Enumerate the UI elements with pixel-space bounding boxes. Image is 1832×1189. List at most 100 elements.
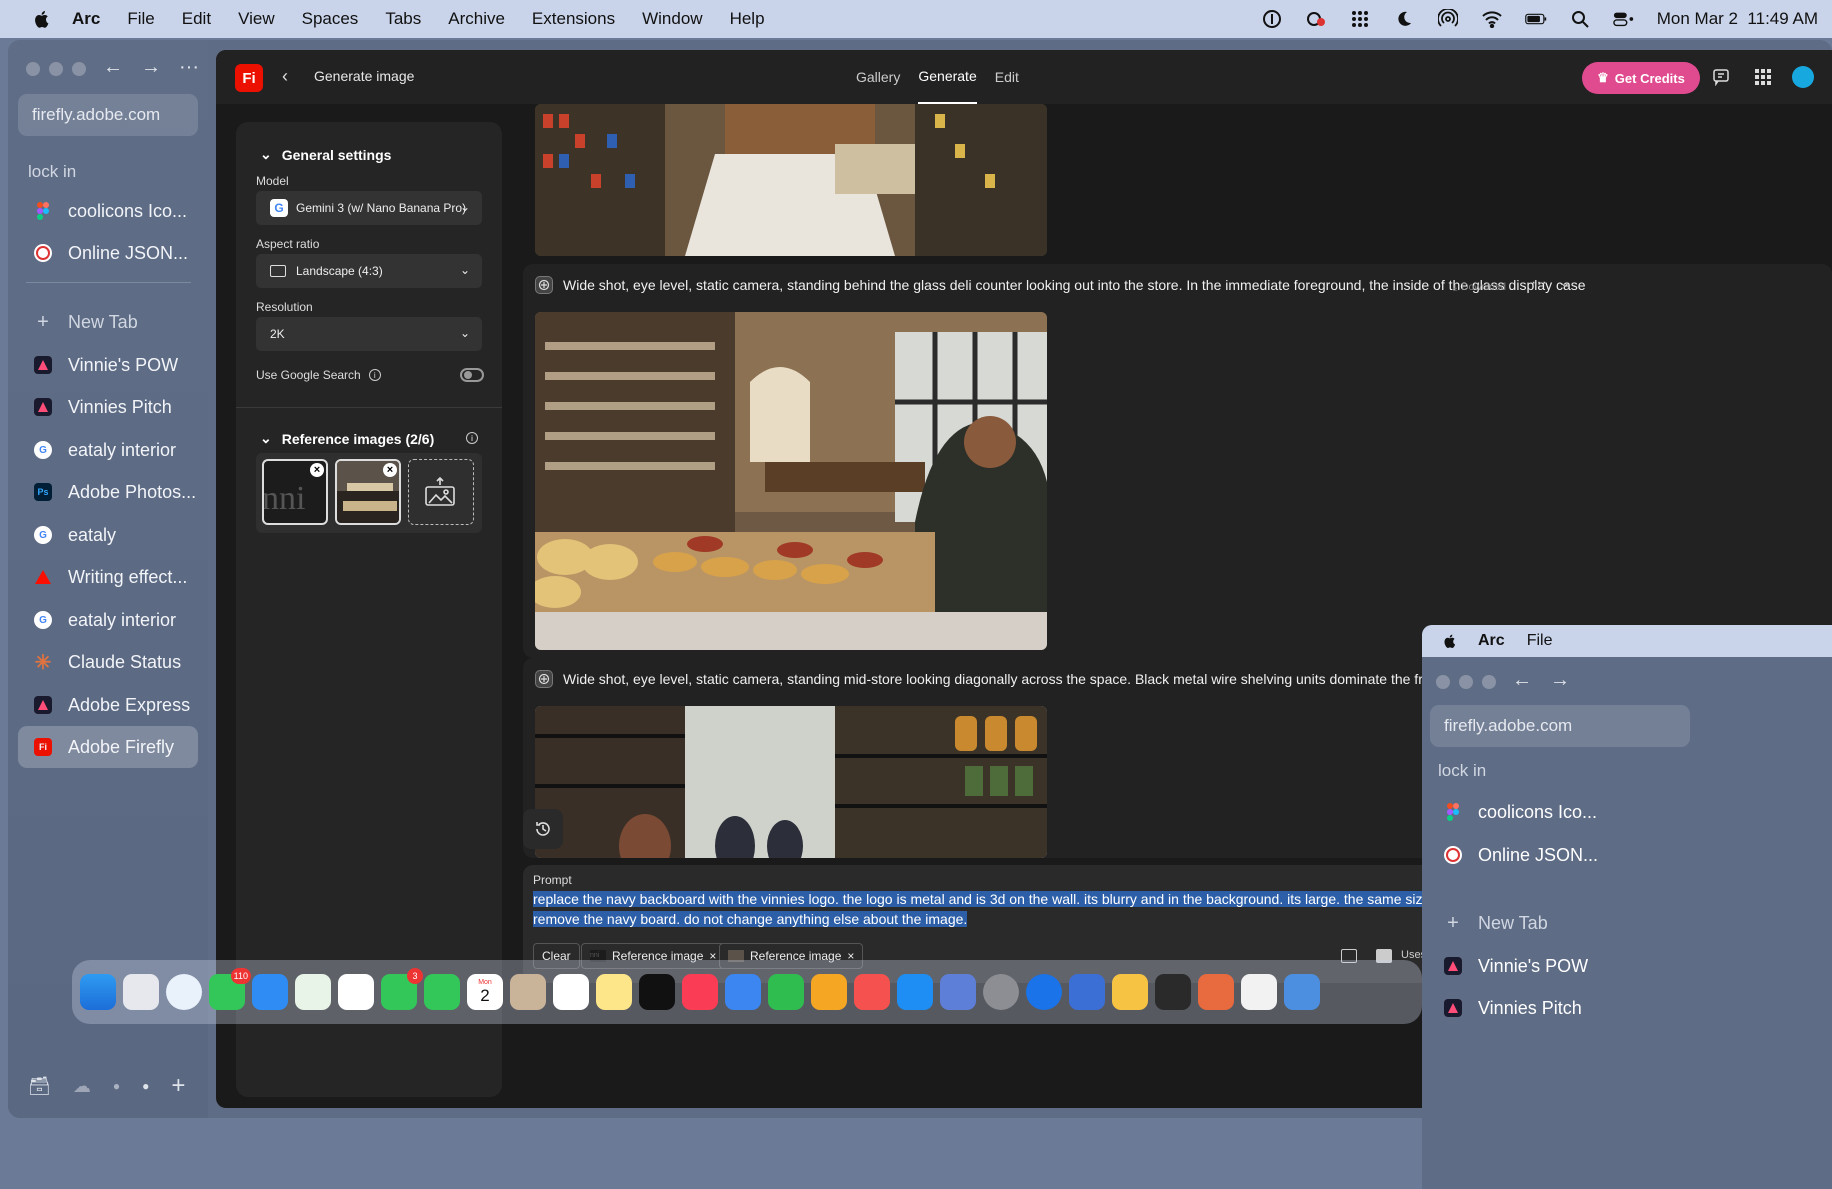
tab-generate[interactable]: Generate [918, 50, 977, 104]
creative-cloud-icon[interactable] [1305, 8, 1327, 30]
calendar-icon[interactable]: Mon 2 [467, 974, 503, 1010]
music-icon[interactable] [682, 974, 718, 1010]
apple-icon[interactable] [32, 9, 52, 29]
control-center-icon[interactable] [1612, 8, 1635, 30]
zoom-window-button[interactable] [72, 62, 86, 76]
menu-edit[interactable]: Edit [182, 9, 211, 29]
facetime-icon[interactable]: 3 [381, 968, 423, 1010]
system-settings-icon[interactable] [983, 974, 1019, 1010]
mail-icon[interactable] [252, 974, 288, 1010]
keynote-icon[interactable] [725, 974, 761, 1010]
menu-archive[interactable]: Archive [448, 9, 505, 29]
finder-icon[interactable] [80, 974, 116, 1010]
generated-image[interactable] [535, 312, 1047, 650]
back-arrow-icon[interactable]: ← [103, 56, 123, 79]
menu-arc[interactable]: Arc [72, 9, 100, 29]
sidebar-tab[interactable]: Vinnie's POW [18, 344, 198, 386]
sidebar-tab[interactable]: Vinnies Pitch [1428, 987, 1688, 1029]
more-options-icon[interactable]: ··· [1531, 274, 1547, 292]
search-icon[interactable] [1569, 8, 1591, 30]
minimize-window-button[interactable] [49, 62, 63, 76]
cursor-app-icon[interactable] [1155, 974, 1191, 1010]
menu-help[interactable]: Help [730, 9, 765, 29]
menu-tabs[interactable]: Tabs [385, 9, 421, 29]
add-space-icon[interactable]: + [171, 1072, 185, 1100]
general-settings-header[interactable]: ⌄ General settings [260, 146, 391, 163]
tab-gallery[interactable]: Gallery [856, 50, 900, 104]
maps-icon[interactable] [295, 974, 331, 1010]
space-icon[interactable]: ☁ [73, 1076, 91, 1097]
reference-images-header[interactable]: ⌄ Reference images (2/6) [260, 430, 434, 447]
menu-file[interactable]: File [127, 9, 154, 29]
messages-icon[interactable]: 110 [209, 968, 251, 1010]
sidebar-tab[interactable]: Adobe Express [18, 684, 198, 726]
menu-window[interactable]: Window [642, 9, 702, 29]
resolution-select[interactable]: 2K ⌄ [256, 317, 482, 351]
back-arrow-icon[interactable]: ← [1512, 669, 1532, 692]
notes-icon[interactable] [596, 974, 632, 1010]
space-dot-icon[interactable]: ● [113, 1079, 120, 1093]
feedback-icon[interactable] [1710, 66, 1732, 88]
close-window-button[interactable] [26, 62, 40, 76]
sidebar-tab[interactable]: Vinnies Pitch [18, 386, 198, 428]
network-app-icon[interactable] [1069, 974, 1105, 1010]
info-icon[interactable]: i [466, 432, 478, 444]
moon-icon[interactable] [1393, 8, 1415, 30]
battery-icon[interactable] [1524, 8, 1547, 30]
sidebar-tab[interactable]: Ps Adobe Photos... [18, 471, 198, 513]
pinned-item-json[interactable]: Online JSON... [18, 232, 198, 274]
reference-thumb-interior[interactable]: × [335, 459, 401, 525]
new-tab-button[interactable]: + New Tab [18, 301, 198, 343]
tab-edit[interactable]: Edit [995, 50, 1019, 104]
pinned-item-coolicons[interactable]: coolicons Ico... [1428, 791, 1688, 833]
simulator-icon[interactable] [940, 974, 976, 1010]
forward-arrow-icon[interactable]: → [141, 56, 161, 79]
reminders-icon[interactable] [553, 974, 589, 1010]
arc-icon[interactable] [1112, 974, 1148, 1010]
airdrop-icon[interactable] [1437, 8, 1459, 30]
numbers-icon[interactable] [768, 974, 804, 1010]
menu-arc[interactable]: Arc [1478, 632, 1505, 650]
sidebar-tab[interactable]: G eataly interior [18, 599, 198, 641]
pinned-item-coolicons[interactable]: coolicons Ico... [18, 190, 198, 232]
get-credits-button[interactable]: ♛ Get Credits [1582, 62, 1700, 94]
upload-reference-button[interactable] [408, 459, 474, 525]
model-select[interactable]: G Gemini 3 (w/ Nano Banana Pro) ⌄ [256, 191, 482, 225]
sidebar-tab[interactable]: ✳ Claude Status [18, 641, 198, 683]
chevron-down-icon[interactable]: ⌄ [1559, 274, 1571, 291]
menu-view[interactable]: View [238, 9, 275, 29]
zoom-window-button[interactable] [1482, 675, 1496, 689]
remove-reference-icon[interactable]: × [310, 463, 324, 477]
avatar[interactable] [1792, 66, 1814, 88]
more-options-icon[interactable]: ··· [179, 56, 199, 79]
pages-icon[interactable] [811, 974, 847, 1010]
contacts-icon[interactable] [510, 974, 546, 1010]
1password-icon[interactable] [1026, 974, 1062, 1010]
pinned-item-json[interactable]: Online JSON... [1428, 834, 1688, 876]
password-manager-icon[interactable] [1261, 8, 1283, 30]
safari-icon[interactable] [166, 974, 202, 1010]
sidebar-tab[interactable]: Vinnie's POW [1428, 945, 1688, 987]
apps-grid-icon[interactable] [1752, 66, 1774, 88]
history-button[interactable] [523, 809, 563, 849]
reference-thumb-logo[interactable]: nni × [262, 459, 328, 525]
minimize-window-button[interactable] [1459, 675, 1473, 689]
sidebar-tab[interactable]: G eataly interior [18, 429, 198, 471]
info-icon[interactable]: i [368, 369, 381, 381]
photos-icon[interactable] [338, 974, 374, 1010]
claude-app-icon[interactable] [1198, 974, 1234, 1010]
menu-extensions[interactable]: Extensions [532, 9, 615, 29]
google-search-toggle[interactable] [460, 368, 484, 382]
firefly-logo[interactable]: Fi [235, 64, 263, 92]
generated-image[interactable] [535, 706, 1047, 858]
forward-arrow-icon[interactable]: → [1550, 669, 1570, 692]
back-chevron-icon[interactable]: ‹ [282, 66, 288, 87]
app-store-icon[interactable] [897, 974, 933, 1010]
aspect-ratio-select[interactable]: Landscape (4:3) ⌄ [256, 254, 482, 288]
launchpad-icon[interactable] [123, 974, 159, 1010]
url-bar[interactable]: firefly.adobe.com [18, 94, 198, 136]
phone-icon[interactable] [424, 974, 460, 1010]
download-button[interactable]: ⤓ Download [1453, 282, 1506, 293]
sidebar-tab-active[interactable]: Fi Adobe Firefly [18, 726, 198, 768]
menu-spaces[interactable]: Spaces [302, 9, 359, 29]
